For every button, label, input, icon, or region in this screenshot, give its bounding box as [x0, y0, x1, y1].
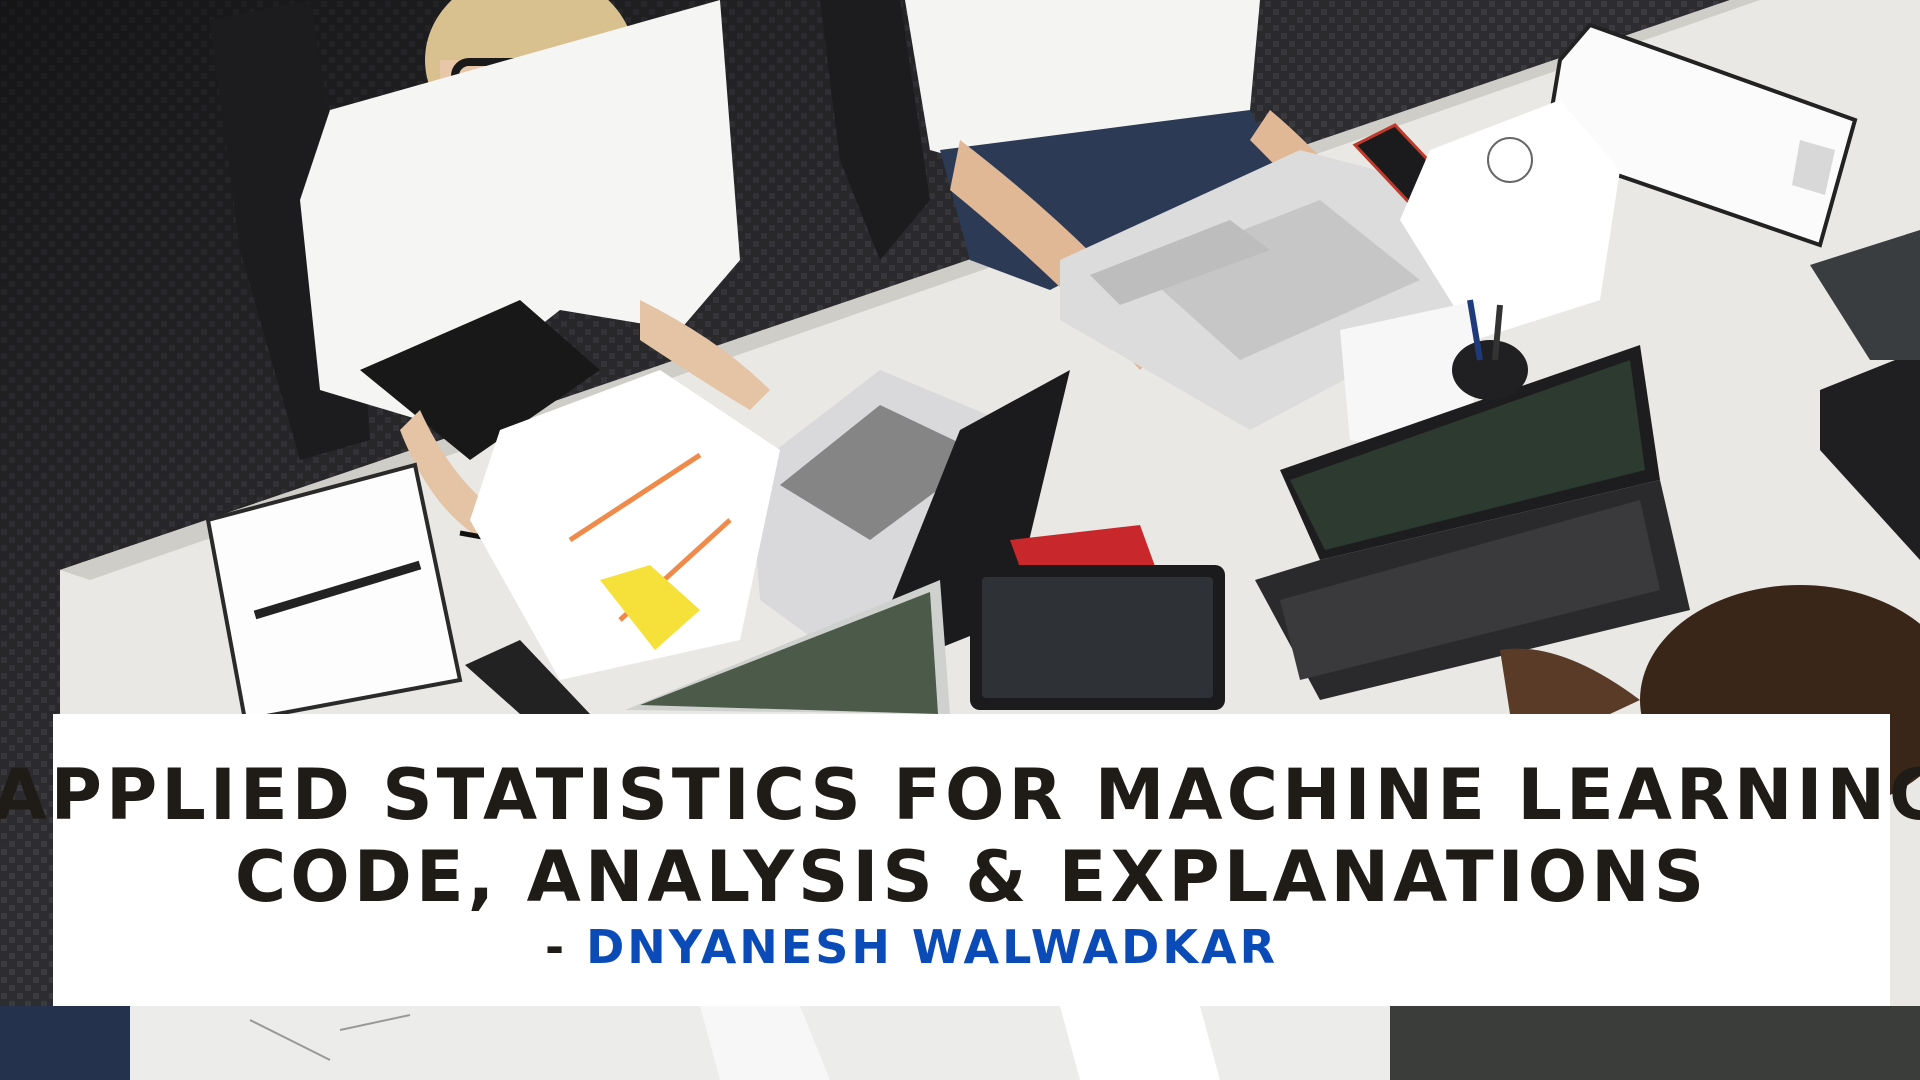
pen-holder	[1452, 340, 1528, 400]
author-name: DNYANESH WALWADKAR	[586, 920, 1278, 974]
title-line-2: CODE, ANALYSIS & EXPLANATIONS	[234, 836, 1709, 918]
author-prefix: -	[545, 920, 587, 974]
title-banner: APPLIED STATISTICS FOR MACHINE LEARNING …	[0, 714, 1920, 1006]
author-line: - DNYANESH WALWADKAR	[545, 918, 1278, 976]
title-line-1: APPLIED STATISTICS FOR MACHINE LEARNING	[0, 754, 1920, 836]
